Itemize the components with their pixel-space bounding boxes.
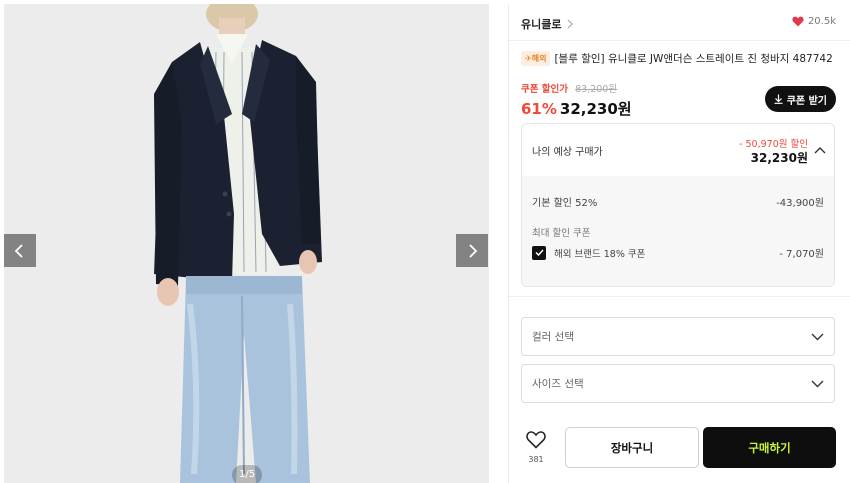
size-select-label: 사이즈 선택 [532,378,584,390]
chevron-down-icon [811,333,824,340]
brand-link[interactable]: 유니클로 [521,16,574,32]
wishlist-button[interactable]: 381 [521,431,551,464]
original-price: 83,200원 [575,84,618,95]
estimate-total: 32,230원 [750,151,808,165]
download-icon [774,94,783,104]
chevron-up-icon[interactable] [814,146,826,154]
coupon-name: 해외 브랜드 18% 쿠폰 [554,248,646,260]
wishlist-count: 381 [528,455,544,464]
get-coupon-button[interactable]: 쿠폰 받기 [764,86,836,112]
heart-outline-icon [526,431,546,449]
overseas-badge: ✈해외 [521,51,551,66]
estimate-header[interactable]: 나의 예상 구매가 - 50,970원 할인 32,230원 [522,124,834,176]
basic-discount-value: -43,900원 [776,198,824,209]
color-select-label: 컬러 선택 [532,331,574,343]
max-coupon-label: 최대 할인 쿠폰 [532,228,591,239]
basic-discount-label: 기본 할인 52% [532,198,598,209]
coupon-checkbox[interactable] [532,245,546,260]
chevron-left-icon [14,243,23,258]
estimate-label: 나의 예상 구매가 [532,147,603,158]
color-select[interactable]: 컬러 선택 [521,317,835,356]
product-gallery[interactable]: 1/5 [4,4,489,483]
plane-icon: ✈ [525,54,532,63]
chevron-right-icon [568,19,574,29]
get-coupon-label: 쿠폰 받기 [786,95,827,107]
product-photo [4,4,489,483]
product-title-row: ✈해외 [블루 할인] 유니클로 JW앤더슨 스트레이트 진 청바지 48774… [521,51,833,66]
brand-name: 유니클로 [521,18,562,31]
purchase-bar: 381 장바구니 구매하기 [521,427,836,471]
coupon-row: 해외 브랜드 18% 쿠폰 - 7,070원 [532,245,824,260]
overseas-badge-label: 해외 [531,54,547,63]
price-box: 쿠폰 할인가 83,200원 61% 32,230원 [521,77,632,119]
buy-now-button[interactable]: 구매하기 [703,427,836,468]
add-to-cart-button[interactable]: 장바구니 [565,427,699,468]
brand-like-count: 20.5k [807,16,836,27]
brand-like[interactable]: 20.5k [792,16,836,27]
divider [509,296,850,297]
final-price: 32,230원 [559,100,632,118]
check-icon [534,249,544,256]
discount-percent: 61% [521,100,557,118]
chevron-down-icon [811,380,824,387]
divider [509,40,850,41]
basic-discount-row: 기본 할인 52% -43,900원 [532,194,824,209]
gallery-counter: 1/5 [232,465,263,483]
coupon-price-label: 쿠폰 할인가 [521,84,569,95]
size-select[interactable]: 사이즈 선택 [521,364,835,403]
gallery-prev-button[interactable] [4,234,36,267]
product-info-panel: 유니클로 20.5k ✈해외 [블루 할인] 유니클로 JW앤더슨 스트레이트 … [508,4,850,483]
estimate-detail: 기본 할인 52% -43,900원 최대 할인 쿠폰 해외 브랜드 18% 쿠… [522,176,834,286]
heart-filled-icon [792,16,804,27]
coupon-value: - 7,070원 [779,249,824,260]
chevron-right-icon [469,243,478,258]
estimate-discount-total: - 50,970원 할인 [739,139,808,150]
product-title: [블루 할인] 유니클로 JW앤더슨 스트레이트 진 청바지 487742 [554,53,833,65]
gallery-next-button[interactable] [456,234,488,267]
estimated-price-card: 나의 예상 구매가 - 50,970원 할인 32,230원 기본 할인 52%… [521,123,835,287]
